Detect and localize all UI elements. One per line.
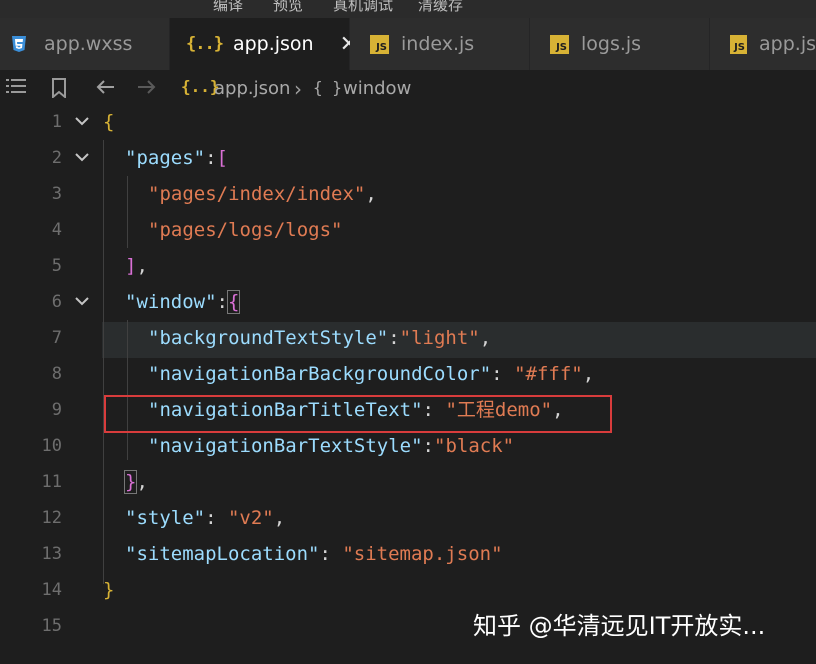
code-line-14: 14 }	[0, 572, 816, 608]
forward-arrow-icon[interactable]	[137, 79, 157, 100]
brace: {	[226, 290, 241, 314]
chevron-down-icon[interactable]	[74, 140, 90, 176]
tab-logs-js[interactable]: JS logs.js	[530, 18, 710, 70]
json-key: "backgroundTextStyle"	[148, 327, 389, 349]
line-number: 5	[51, 256, 62, 276]
comma: ,	[136, 471, 148, 493]
comma: ,	[273, 507, 286, 529]
line-number: 10	[41, 436, 62, 456]
line-number: 2	[51, 148, 62, 168]
toolbar-menu: 编译 预览 真机调试 清缓存	[0, 0, 816, 18]
json-key: "window"	[125, 291, 217, 313]
code-line-2: 2 "pages":[	[0, 140, 816, 176]
tab-label: app.js	[759, 33, 816, 55]
code-line-1: 1 {	[0, 104, 816, 140]
json-string: "light"	[399, 327, 480, 349]
line-number: 6	[51, 292, 62, 312]
js-file-icon: JS	[730, 34, 748, 54]
code-line-5: 5 ],	[0, 248, 816, 284]
json-string: "sitemap.json"	[342, 543, 503, 565]
tab-label: index.js	[401, 33, 475, 55]
tab-label: logs.js	[581, 33, 642, 55]
line-number: 3	[51, 184, 62, 204]
breadcrumb-symbol[interactable]: window	[343, 78, 411, 99]
chevron-down-icon[interactable]	[74, 104, 90, 140]
chevron-down-icon[interactable]	[74, 284, 90, 320]
colon: :	[422, 435, 434, 457]
tab-app-json[interactable]: {..} app.json ✕	[170, 18, 358, 70]
line-number: 11	[41, 472, 62, 492]
colon: :	[388, 327, 400, 349]
json-string: "pages/index/index"	[148, 183, 366, 205]
json-key: "navigationBarBackgroundColor"	[148, 363, 492, 385]
code-line-4: 4 "pages/logs/logs"	[0, 212, 816, 248]
json-string: "#fff"	[514, 363, 583, 385]
js-file-icon: JS	[550, 34, 569, 54]
line-number: 1	[51, 112, 62, 132]
back-arrow-icon[interactable]	[95, 79, 115, 100]
line-number: 12	[41, 508, 62, 528]
line-number: 14	[41, 580, 62, 600]
highlight-annotation-box	[104, 395, 612, 433]
line-number: 15	[41, 616, 62, 636]
json-key: "pages"	[125, 147, 206, 169]
code-line-7: 7 "backgroundTextStyle":"light",	[0, 320, 816, 356]
editor-tab-bar: app.wxss {..} app.json ✕ JS index.js JS …	[0, 18, 816, 70]
js-file-icon: JS	[370, 34, 389, 54]
json-string: "black"	[434, 435, 515, 457]
tab-label: app.json	[232, 33, 314, 55]
breadcrumb: {..} app.json › { } window	[0, 70, 816, 108]
chevron-right-icon: ›	[294, 77, 302, 101]
code-line-3: 3 "pages/index/index",	[0, 176, 816, 212]
colon: :	[319, 543, 343, 565]
breadcrumb-file[interactable]: app.json	[214, 78, 290, 99]
colon: :	[491, 363, 515, 385]
brace: }	[103, 579, 115, 601]
code-line-10: 10 "navigationBarTextStyle":"black"	[0, 428, 816, 464]
tab-index-js[interactable]: JS index.js	[350, 18, 530, 70]
preview-button[interactable]: 预览	[273, 0, 303, 15]
comma: ,	[582, 363, 595, 385]
json-string: "pages/logs/logs"	[148, 219, 343, 241]
brace: }	[123, 470, 138, 494]
json-key: "sitemapLocation"	[125, 543, 320, 565]
line-number: 4	[51, 220, 62, 240]
colon: :	[216, 291, 228, 313]
json-key: "navigationBarTextStyle"	[148, 435, 423, 457]
code-line-12: 12 "style": "v2",	[0, 500, 816, 536]
line-number: 9	[51, 400, 62, 420]
code-line-11: 11 },	[0, 464, 816, 500]
colon: :	[205, 507, 228, 529]
compile-button[interactable]: 编译	[213, 0, 243, 15]
comma: ,	[365, 183, 377, 205]
css-file-icon	[8, 33, 30, 55]
bracket: [	[216, 147, 228, 169]
tab-label: app.wxss	[44, 33, 133, 55]
line-number: 13	[41, 544, 62, 564]
brace: {	[103, 111, 115, 133]
json-file-icon: {..}	[186, 34, 224, 54]
device-debug-button[interactable]: 真机调试	[333, 0, 393, 15]
comma: ,	[479, 327, 492, 349]
object-symbol-icon: { }	[313, 78, 342, 97]
code-line-6: 6 "window":{	[0, 284, 816, 320]
bookmark-icon[interactable]	[52, 78, 66, 103]
code-line-8: 8 "navigationBarBackgroundColor": "#fff"…	[0, 356, 816, 392]
list-icon[interactable]	[6, 77, 26, 100]
bracket: ]	[125, 255, 137, 277]
json-string: "v2"	[227, 507, 274, 529]
json-key: "style"	[125, 507, 206, 529]
line-number: 7	[51, 328, 62, 348]
code-line-13: 13 "sitemapLocation": "sitemap.json"	[0, 536, 816, 572]
tab-app-wxss[interactable]: app.wxss	[0, 18, 170, 70]
clear-cache-button[interactable]: 清缓存	[418, 0, 463, 15]
watermark: 知乎 @华清远见IT开放实...	[473, 612, 766, 640]
tab-app-js[interactable]: JS app.js	[710, 18, 816, 70]
colon: :	[205, 147, 217, 169]
line-number: 8	[51, 364, 62, 384]
comma: ,	[136, 255, 148, 277]
